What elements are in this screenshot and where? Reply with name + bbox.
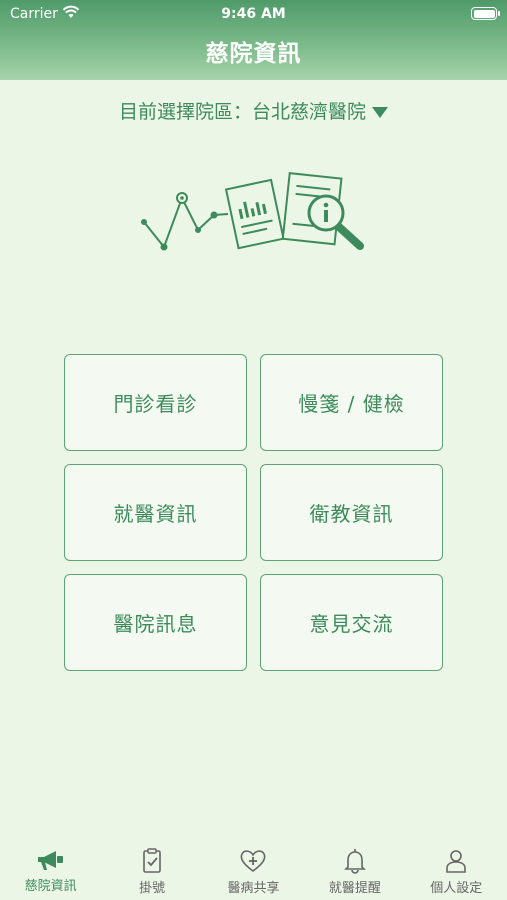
megaphone-icon <box>37 851 63 870</box>
person-icon <box>446 850 467 873</box>
caret-down-icon <box>372 107 389 118</box>
medical-info-button[interactable]: 就醫資訊 <box>64 464 247 561</box>
tab-label: 醫病共享 <box>227 881 280 896</box>
tab-label: 個人設定 <box>430 881 483 896</box>
hospital-selector[interactable]: 目前選擇院區：台北慈濟醫院 <box>0 97 507 124</box>
status-bar: Carrier 9:46 AM <box>0 5 507 25</box>
tab-hospital-info[interactable]: 慈院資訊 <box>0 840 101 900</box>
hospital-news-button[interactable]: 醫院訊息 <box>64 574 247 671</box>
battery-icon <box>471 7 500 20</box>
heart-plus-icon <box>240 850 266 872</box>
tab-registration[interactable]: 掛號 <box>102 840 203 900</box>
tab-settings[interactable]: 個人設定 <box>406 840 507 900</box>
outpatient-button[interactable]: 門診看診 <box>64 354 247 451</box>
status-time: 9:46 AM <box>221 6 286 22</box>
tab-bar: 慈院資訊 掛號 醫病共享 就醫提醒 個人設定 <box>0 840 507 900</box>
feedback-button[interactable]: 意見交流 <box>260 574 443 671</box>
refill-checkup-button[interactable]: 慢箋 / 健檢 <box>260 354 443 451</box>
page-title: 慈院資訊 <box>205 41 302 67</box>
header-bar: Carrier 9:46 AM 慈院資訊 <box>0 0 507 80</box>
tab-label: 就醫提醒 <box>328 881 381 896</box>
bell-icon <box>343 849 366 874</box>
menu-grid: 門診看診 慢箋 / 健檢 就醫資訊 衛教資訊 醫院訊息 意見交流 <box>64 354 444 671</box>
tab-label: 慈院資訊 <box>24 879 77 894</box>
tab-label: 掛號 <box>139 881 166 896</box>
hospital-selector-label: 目前選擇院區： <box>118 101 252 123</box>
tab-shared-decision[interactable]: 醫病共享 <box>203 840 304 900</box>
tab-reminders[interactable]: 就醫提醒 <box>304 840 405 900</box>
hospital-name: 台北慈濟醫院 <box>252 101 367 123</box>
info-illustration <box>141 172 364 251</box>
clipboard-check-icon <box>143 848 161 873</box>
health-education-button[interactable]: 衛教資訊 <box>260 464 443 561</box>
